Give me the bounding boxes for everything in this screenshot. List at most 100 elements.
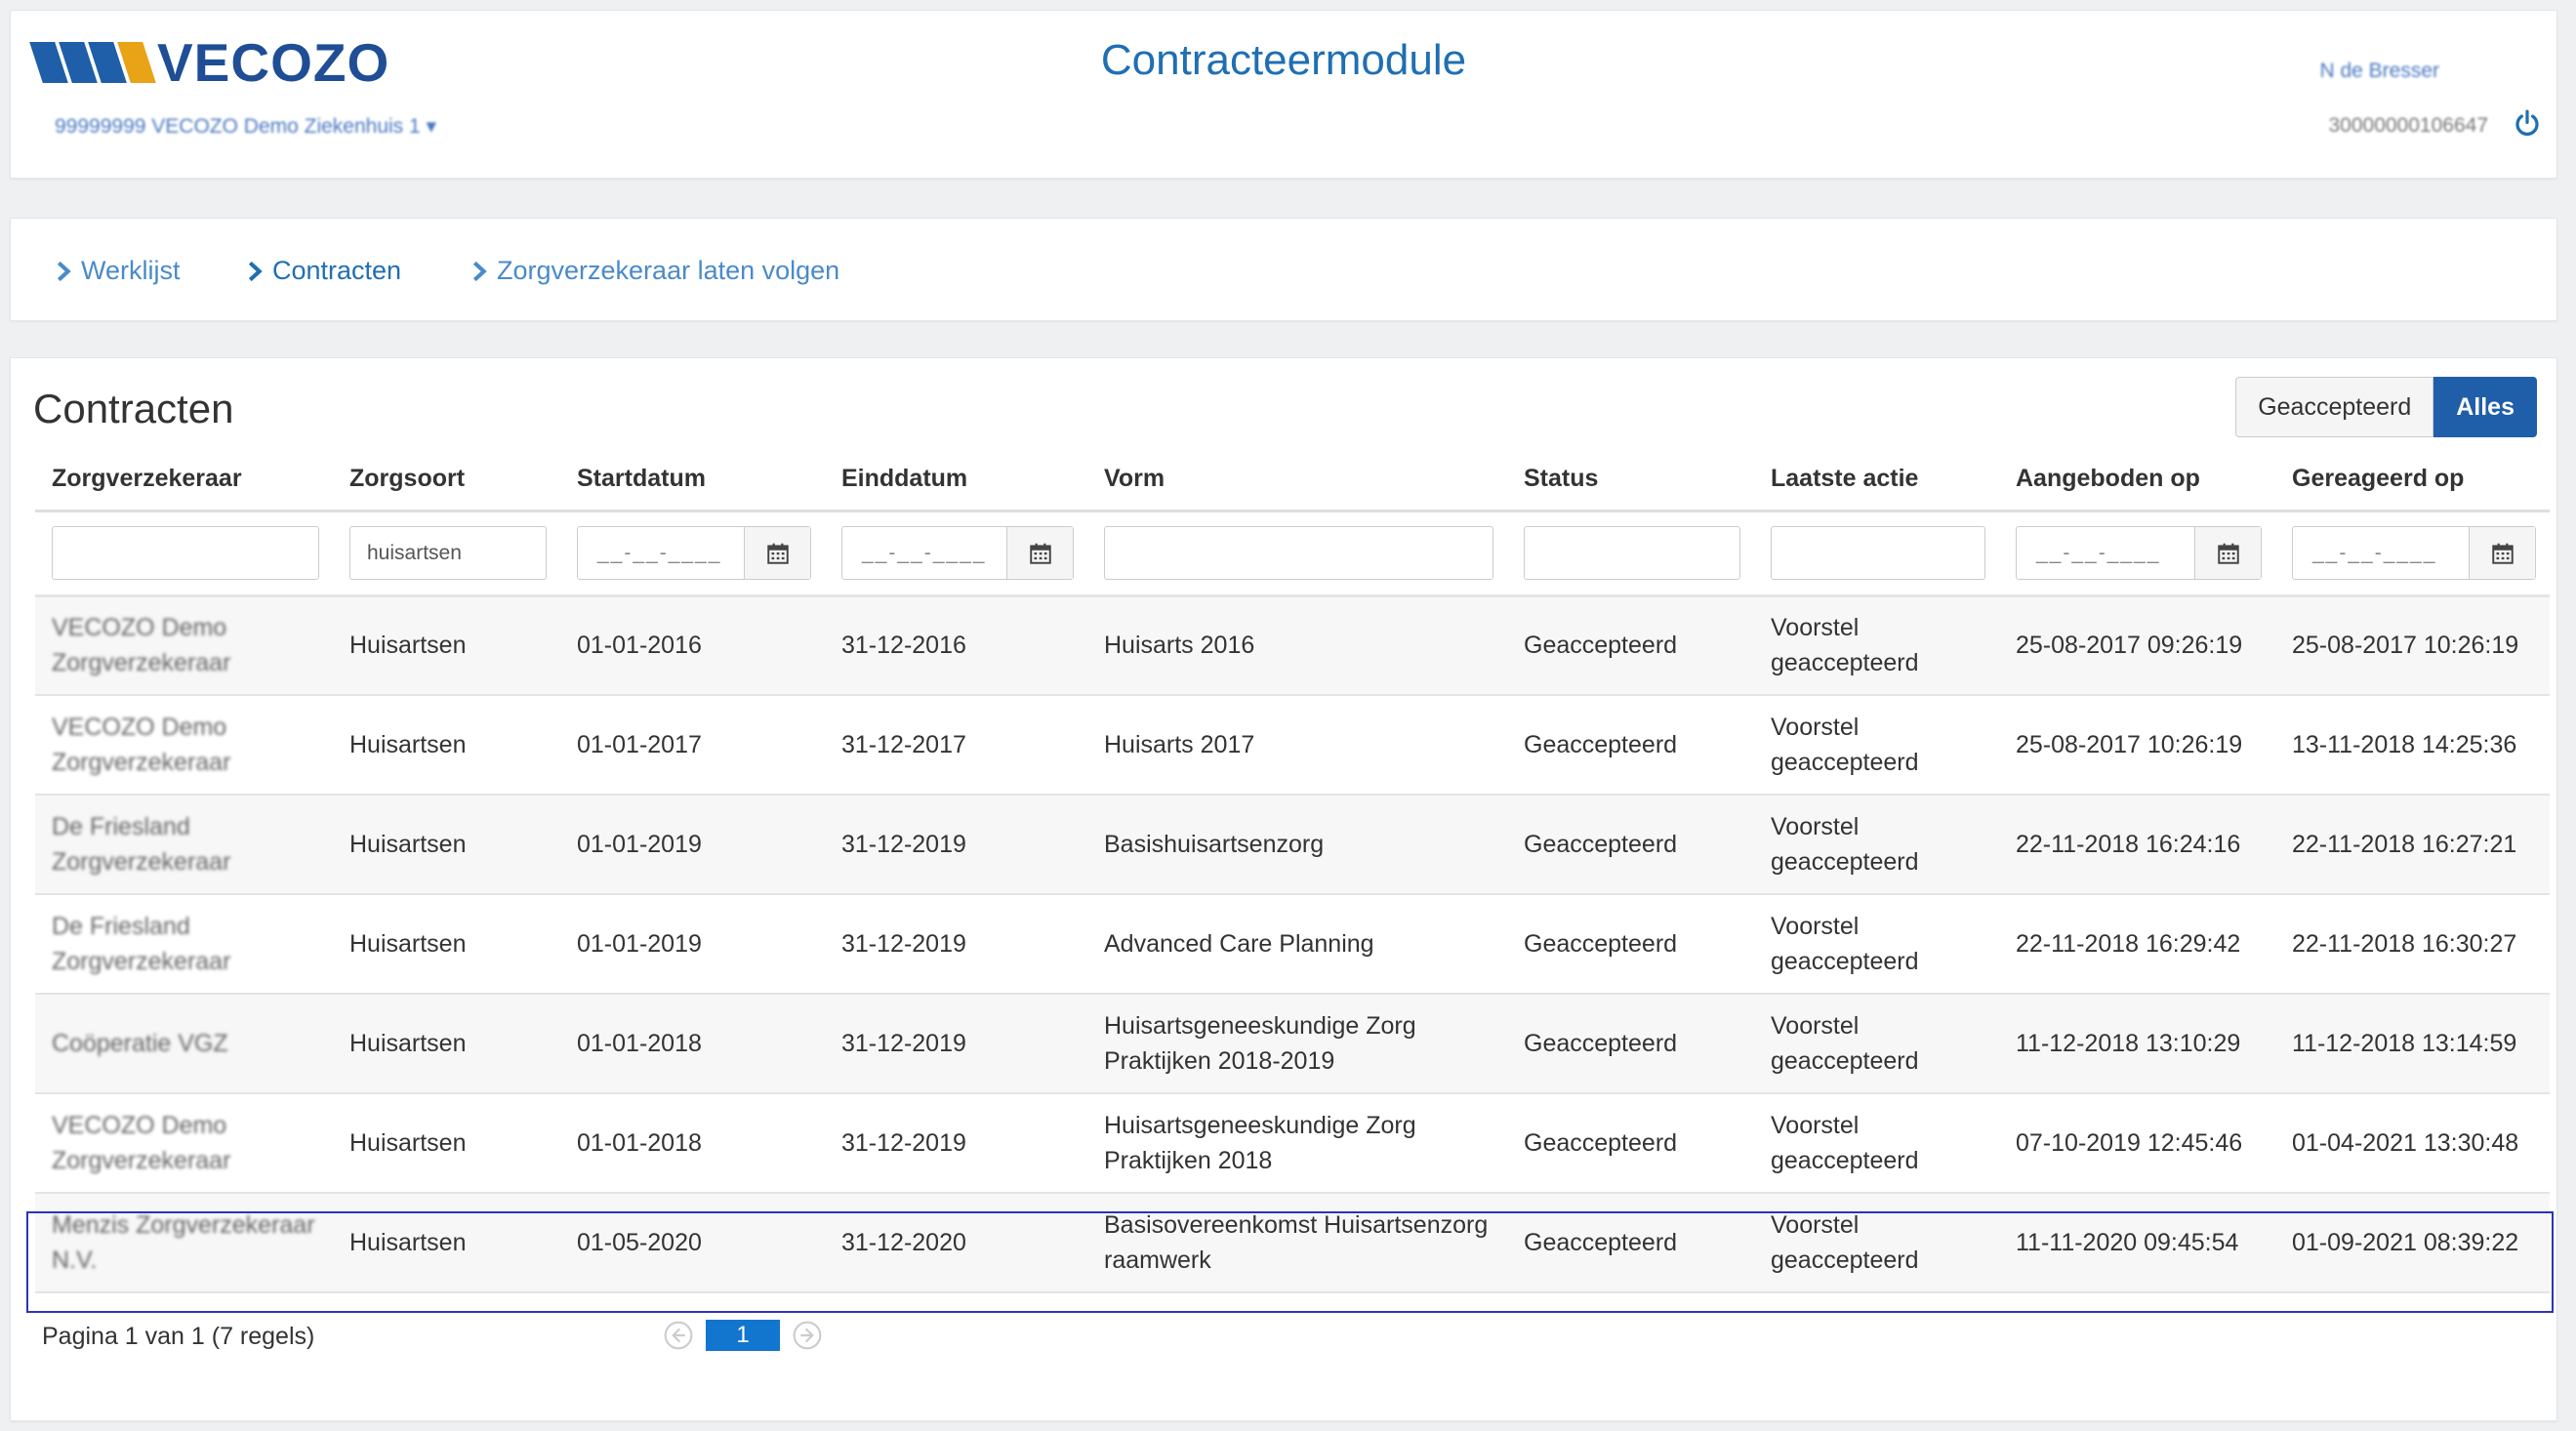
table-row[interactable]: De Friesland Zorgverzekeraar Huisartsen 01…: [35, 894, 2550, 995]
care-type-cell: Huisartsen: [333, 1193, 560, 1293]
table-row[interactable]: VECOZO Demo Zorgverzekeraar Huisartsen 01-…: [35, 1093, 2550, 1194]
responded-date-cell: 25-08-2017 10:26:19: [2275, 595, 2550, 696]
offered-date-cell: 25-08-2017 10:26:19: [1999, 695, 2275, 796]
column-header[interactable]: Startdatum: [560, 448, 825, 512]
responded-date-cell: 22-11-2018 16:27:21: [2275, 795, 2550, 895]
table-row[interactable]: VECOZO Demo Zorgverzekeraar Huisartsen 01-…: [35, 695, 2550, 796]
column-header[interactable]: Laatste actie: [1754, 448, 1999, 512]
form-cell: Basishuisartsenzorg: [1087, 795, 1507, 895]
responded-date-cell-text: 22-11-2018 16:30:27: [2292, 930, 2517, 958]
power-icon[interactable]: [2513, 108, 2542, 138]
date-placeholder: __-__-____: [862, 541, 987, 564]
status-cell: Geaccepteerd: [1507, 994, 1754, 1094]
form-cell: Huisarts 2016: [1087, 595, 1507, 696]
form-cell-text: Basishuisartsenzorg: [1104, 831, 1325, 858]
table-row[interactable]: Coöperatie VGZ Huisartsen 01-01-2018 31-12-…: [35, 994, 2550, 1094]
offered-date-cell-text: 22-11-2018 16:29:42: [2016, 930, 2241, 958]
responded-date-cell-text: 13-11-2018 14:25:36: [2292, 731, 2517, 758]
status-cell: Geaccepteerd: [1507, 1193, 1754, 1293]
form-filter-input[interactable]: [1104, 526, 1493, 580]
care-type-cell-text: Huisartsen: [349, 731, 467, 758]
responded-date-cell-text: 11-12-2018 13:14:59: [2292, 1030, 2517, 1057]
offered-date-cell: 22-11-2018 16:29:42: [1999, 894, 2275, 995]
status-filter-input[interactable]: [1524, 526, 1740, 580]
filter-accepted-button[interactable]: Geaccepteerd: [2235, 377, 2434, 437]
circle-arrow-right-icon[interactable]: [792, 1320, 823, 1351]
filter-row: huisartsen __-__-____ __-__-____ __-__-_…: [35, 511, 2550, 597]
start-date-cell: 01-01-2018: [560, 994, 825, 1094]
page-number-button[interactable]: 1: [706, 1320, 780, 1351]
calendar-icon[interactable]: [2194, 527, 2261, 579]
form-cell-text: Basisovereenkomst Huisartsenzorg raamwer…: [1104, 1211, 1489, 1274]
end-date-cell: 31-12-2019: [825, 1093, 1087, 1194]
table-row[interactable]: VECOZO Demo Zorgverzekeraar Huisartsen 01-…: [35, 595, 2550, 696]
insurer-cell-text: VECOZO Demo Zorgverzekeraar: [52, 714, 231, 776]
end-date-cell-text: 31-12-2019: [841, 831, 966, 858]
calendar-icon[interactable]: [2469, 527, 2535, 579]
column-header[interactable]: Status: [1507, 448, 1754, 512]
user-name[interactable]: N de Bresser: [2319, 60, 2439, 83]
filter-all-button[interactable]: Alles: [2433, 377, 2537, 437]
start-date-filter[interactable]: __-__-____: [577, 526, 811, 580]
end-date-cell-text: 31-12-2019: [841, 1129, 966, 1157]
responded-date-cell-text: 25-08-2017 10:26:19: [2292, 632, 2519, 660]
nav-label: Werklijst: [81, 256, 181, 285]
care-type-cell-text: Huisartsen: [349, 1030, 467, 1057]
calendar-icon[interactable]: [744, 527, 810, 579]
column-header[interactable]: Vorm: [1087, 448, 1507, 512]
last-action-cell: Voorstel geaccepteerd: [1754, 994, 1999, 1094]
last-action-cell: Voorstel geaccepteerd: [1754, 795, 1999, 895]
care-type-cell: Huisartsen: [333, 894, 560, 995]
contracts-panel: Contracten Geaccepteerd Alles Zorgverzek…: [10, 357, 2557, 1421]
last-action-cell: Voorstel geaccepteerd: [1754, 595, 1999, 696]
responded-date-filter[interactable]: __-__-____: [2292, 526, 2536, 580]
responded-date-cell: 13-11-2018 14:25:36: [2275, 695, 2550, 796]
care-type-cell: Huisartsen: [333, 1093, 560, 1194]
form-cell-text: Advanced Care Planning: [1104, 930, 1374, 958]
last-action-cell: Voorstel geaccepteerd: [1754, 1193, 1999, 1293]
calendar-icon[interactable]: [1006, 527, 1073, 579]
table-row[interactable]: De Friesland Zorgverzekeraar Huisartsen 01…: [35, 795, 2550, 895]
column-header[interactable]: Zorgverzekeraar: [35, 448, 333, 512]
offered-date-cell-text: 07-10-2019 12:45:46: [2016, 1129, 2243, 1157]
insurer-cell-text: Menzis Zorgverzekeraar N.V.: [52, 1211, 315, 1274]
table-header-row: Zorgverzekeraar Zorgsoort Startdatum Ein…: [35, 448, 2550, 512]
main-navigation: Werklijst Contracten Zorgverzekeraar lat…: [10, 218, 2557, 321]
end-date-filter[interactable]: __-__-____: [841, 526, 1074, 580]
last-action-filter-input[interactable]: [1771, 526, 1985, 580]
start-date-cell: 01-01-2017: [560, 695, 825, 796]
circle-arrow-left-icon[interactable]: [663, 1320, 694, 1351]
form-cell: Huisartsgeneeskundige Zorg Praktijken 20…: [1087, 994, 1507, 1094]
offered-date-filter[interactable]: __-__-____: [2016, 526, 2262, 580]
end-date-cell-text: 31-12-2016: [841, 632, 966, 660]
status-cell-text: Geaccepteerd: [1524, 731, 1678, 758]
nav-item-werklijst[interactable]: Werklijst: [56, 256, 181, 286]
nav-item-zorgverzekeraar-laten-volgen[interactable]: Zorgverzekeraar laten volgen: [471, 256, 839, 286]
organisation-selector[interactable]: 99999999 VECOZO Demo Ziekenhuis 1 ▾: [55, 114, 436, 139]
start-date-cell-text: 01-01-2017: [577, 731, 702, 758]
nav-item-contracten[interactable]: Contracten: [247, 256, 401, 286]
status-cell: Geaccepteerd: [1507, 894, 1754, 995]
insurer-cell-text: Coöperatie VGZ: [52, 1030, 228, 1057]
column-header[interactable]: Zorgsoort: [333, 448, 560, 512]
offered-date-cell: 22-11-2018 16:24:16: [1999, 795, 2275, 895]
start-date-cell-text: 01-01-2018: [577, 1129, 702, 1157]
status-cell-text: Geaccepteerd: [1524, 1030, 1678, 1057]
end-date-cell: 31-12-2017: [825, 695, 1087, 796]
form-cell: Huisarts 2017: [1087, 695, 1507, 796]
care-type-cell: Huisartsen: [333, 595, 560, 696]
insurer-filter-input[interactable]: [52, 526, 319, 580]
contracts-table: Zorgverzekeraar Zorgsoort Startdatum Ein…: [35, 448, 2550, 1293]
care-type-cell-text: Huisartsen: [349, 930, 467, 958]
insurer-cell: Menzis Zorgverzekeraar N.V.: [35, 1193, 333, 1293]
column-header[interactable]: Einddatum: [825, 448, 1087, 512]
table-row[interactable]: Menzis Zorgverzekeraar N.V. Huisartsen 01-…: [35, 1193, 2550, 1293]
column-header[interactable]: Gereageerd op: [2275, 448, 2550, 512]
insurer-cell-text: VECOZO Demo Zorgverzekeraar: [52, 614, 231, 677]
end-date-cell-text: 31-12-2020: [841, 1229, 966, 1256]
column-header[interactable]: Aangeboden op: [1999, 448, 2275, 512]
care-type-filter-input[interactable]: huisartsen: [349, 526, 547, 580]
end-date-cell-text: 31-12-2017: [841, 731, 966, 758]
status-filter-toggle: Geaccepteerd Alles: [2235, 377, 2537, 437]
insurer-cell-text: VECOZO Demo Zorgverzekeraar: [52, 1112, 231, 1174]
